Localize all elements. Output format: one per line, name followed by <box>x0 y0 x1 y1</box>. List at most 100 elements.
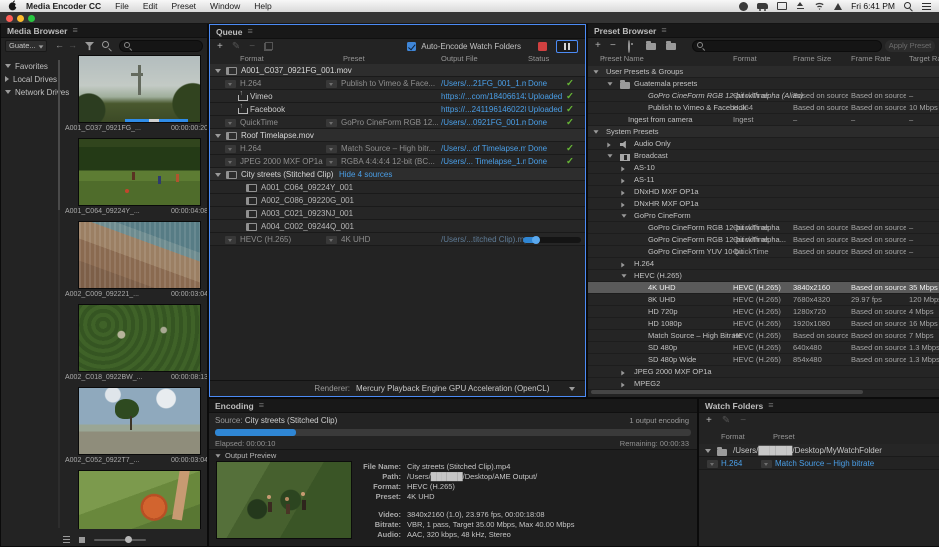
queue-row-group[interactable]: A001_C037_0921FG_001.mov <box>210 64 585 77</box>
format-dropdown[interactable] <box>225 80 236 88</box>
remove-watch-folder-button[interactable]: − <box>740 416 746 426</box>
duplicate-icon[interactable] <box>264 42 273 51</box>
collapse-icon[interactable] <box>621 274 626 277</box>
preset-dropdown[interactable] <box>326 236 337 244</box>
preset-row[interactable]: GoPro CineForm YUV 10-bitQuickTimeBased … <box>588 246 939 258</box>
preset-row[interactable]: 8K UHDHEVC (H.265)7680x432029.97 fps120 … <box>588 294 939 306</box>
tab-encoding[interactable]: Encoding <box>215 401 254 411</box>
expand-icon[interactable] <box>607 142 610 147</box>
stop-queue-button[interactable] <box>538 42 547 51</box>
collapse-icon[interactable] <box>621 214 626 217</box>
menu-item[interactable]: Window <box>203 1 247 11</box>
preset-row[interactable]: DNxHR MXF OP1a <box>588 198 939 210</box>
queue-row-encode[interactable]: H.264Match Source – High bitr.../Users/.… <box>210 142 585 155</box>
format-dropdown[interactable] <box>225 236 236 244</box>
output-link[interactable]: /Users/...titched Clip).mp4 <box>441 233 526 246</box>
queue-row-encode[interactable]: H.264Publish to Vimeo & Face.../Users/..… <box>210 77 585 90</box>
display-icon[interactable] <box>777 2 787 10</box>
auto-encode-checkbox[interactable] <box>407 42 416 51</box>
preset-dropdown[interactable] <box>326 119 337 127</box>
output-link[interactable]: /Users/...21FG_001_1.mp4 <box>441 77 526 90</box>
edit-button[interactable]: ✎ <box>232 42 240 52</box>
preset-row[interactable]: Audio Only <box>588 138 939 150</box>
renderer-dropdown[interactable]: Mercury Playback Engine GPU Acceleration… <box>356 381 549 397</box>
edit-watch-folder-button[interactable]: ✎ <box>722 416 730 426</box>
clip-thumbnail[interactable] <box>78 221 201 289</box>
clip-item[interactable]: A001_C037_0921FG_...00:00:00:20 <box>65 55 207 136</box>
preset-row[interactable]: GoPro CineForm <box>588 210 939 222</box>
list-view-icon[interactable] <box>63 536 70 543</box>
collapse-icon[interactable] <box>215 173 221 177</box>
tab-queue[interactable]: Queue <box>216 27 242 37</box>
collapse-icon[interactable] <box>705 449 711 453</box>
eject-icon[interactable] <box>796 2 805 10</box>
output-link[interactable]: /Users/...0921FG_001.mov <box>441 116 526 129</box>
queue-row-group[interactable]: City streets (Stitched Clip)Hide 4 sourc… <box>210 168 585 181</box>
wifi-icon[interactable] <box>814 2 825 10</box>
clip-item[interactable]: A001_C064_09224Y_...00:00:04:08 <box>65 138 207 219</box>
tab-watch-folders[interactable]: Watch Folders <box>705 401 763 411</box>
clip-thumbnail[interactable] <box>78 55 201 123</box>
menu-clock[interactable]: Fri 6:41 PM <box>851 1 895 11</box>
menu-item[interactable]: File <box>108 1 136 11</box>
panel-menu-icon[interactable]: ≡ <box>247 27 252 36</box>
output-link[interactable]: https://...com/184066142 <box>441 90 526 103</box>
watch-preset[interactable]: Match Source – High bitrate <box>775 457 874 470</box>
menu-item[interactable]: Edit <box>136 1 165 11</box>
chevron-down-icon[interactable] <box>569 387 575 391</box>
clip-thumbnail[interactable] <box>78 304 201 372</box>
add-watch-folder-button[interactable]: + <box>706 416 712 426</box>
preset-row[interactable]: SD 480p WideHEVC (H.265)854x480Based on … <box>588 354 939 366</box>
media-search-input[interactable] <box>135 42 198 51</box>
preset-row[interactable]: Publish to Vimeo & FacebookH.264Based on… <box>588 102 939 114</box>
clip-thumbnail[interactable] <box>78 387 201 455</box>
format-dropdown[interactable] <box>225 158 236 166</box>
preset-row[interactable]: Match Source – High BitrateHEVC (H.265)B… <box>588 330 939 342</box>
filter-icon[interactable] <box>85 42 94 51</box>
preset-row[interactable]: HD 720pHEVC (H.265)1280x720Based on sour… <box>588 306 939 318</box>
preset-dropdown[interactable] <box>326 145 337 153</box>
preset-row[interactable]: GoPro CineForm RGB 12-bit with alpha...Q… <box>588 234 939 246</box>
forward-icon[interactable]: → <box>68 39 77 52</box>
van-app-icon[interactable] <box>757 3 768 9</box>
preset-row[interactable]: 4K UHDHEVC (H.265)3840x2160Based on sour… <box>588 282 939 294</box>
location-dropdown[interactable]: Guate... <box>5 40 47 52</box>
tab-media-browser[interactable]: Media Browser <box>7 26 67 36</box>
preset-row[interactable]: User Presets & Groups <box>588 66 939 78</box>
queue-row-active[interactable]: HEVC (H.265)4K UHD/Users/...titched Clip… <box>210 233 585 246</box>
collapse-icon[interactable] <box>215 69 221 73</box>
collapse-icon[interactable] <box>607 82 612 85</box>
preset-row[interactable]: GoPro CineForm RGB 12-bit with alpha (Al… <box>588 90 939 102</box>
preset-row[interactable]: System Presets <box>588 126 939 138</box>
menu-item[interactable]: Preset <box>164 1 203 11</box>
preset-row[interactable]: Broadcast <box>588 150 939 162</box>
collapse-icon[interactable] <box>215 134 221 138</box>
panel-menu-icon[interactable]: ≡ <box>768 401 773 410</box>
panel-menu-icon[interactable]: ≡ <box>259 401 264 410</box>
output-link[interactable]: /Users/... Timelapse_1.mxf <box>441 155 526 168</box>
sidebar-item-local-drives[interactable]: Local Drives <box>5 73 57 85</box>
queue-row-upload[interactable]: Facebookhttps://...24119614602283Uploade… <box>210 103 585 116</box>
collapse-icon[interactable] <box>593 70 598 73</box>
queue-row-source[interactable]: A001_C064_09224Y_001 <box>210 181 585 194</box>
queue-row-encode[interactable]: JPEG 2000 MXF OP1aRGBA 4:4:4:4 12-bit (B… <box>210 155 585 168</box>
expand-icon[interactable] <box>621 202 624 207</box>
collapse-icon[interactable] <box>215 454 220 457</box>
circle-app-icon[interactable] <box>739 2 748 11</box>
clip-item[interactable] <box>65 470 207 529</box>
queue-row-source[interactable]: A003_C021_0923NJ_001 <box>210 207 585 220</box>
queue-row-group[interactable]: Roof Timelapse.mov <box>210 129 585 142</box>
minimize-window-button[interactable] <box>17 15 24 22</box>
preset-row[interactable]: SD 480pHEVC (H.265)640x480Based on sourc… <box>588 342 939 354</box>
collapse-icon[interactable] <box>607 154 612 157</box>
clip-thumbnail[interactable] <box>78 138 201 206</box>
zoom-search-icon[interactable] <box>102 41 112 51</box>
collapse-icon[interactable] <box>5 90 11 94</box>
preset-row[interactable]: DNxHD MXF OP1a <box>588 186 939 198</box>
expand-icon[interactable] <box>621 262 624 267</box>
thumbnail-view-icon[interactable] <box>79 537 85 543</box>
collapse-icon[interactable] <box>593 130 598 133</box>
spotlight-search-icon[interactable] <box>904 2 913 11</box>
queue-row-source[interactable]: A002_C086_09220G_001 <box>210 194 585 207</box>
format-dropdown[interactable] <box>225 119 236 127</box>
